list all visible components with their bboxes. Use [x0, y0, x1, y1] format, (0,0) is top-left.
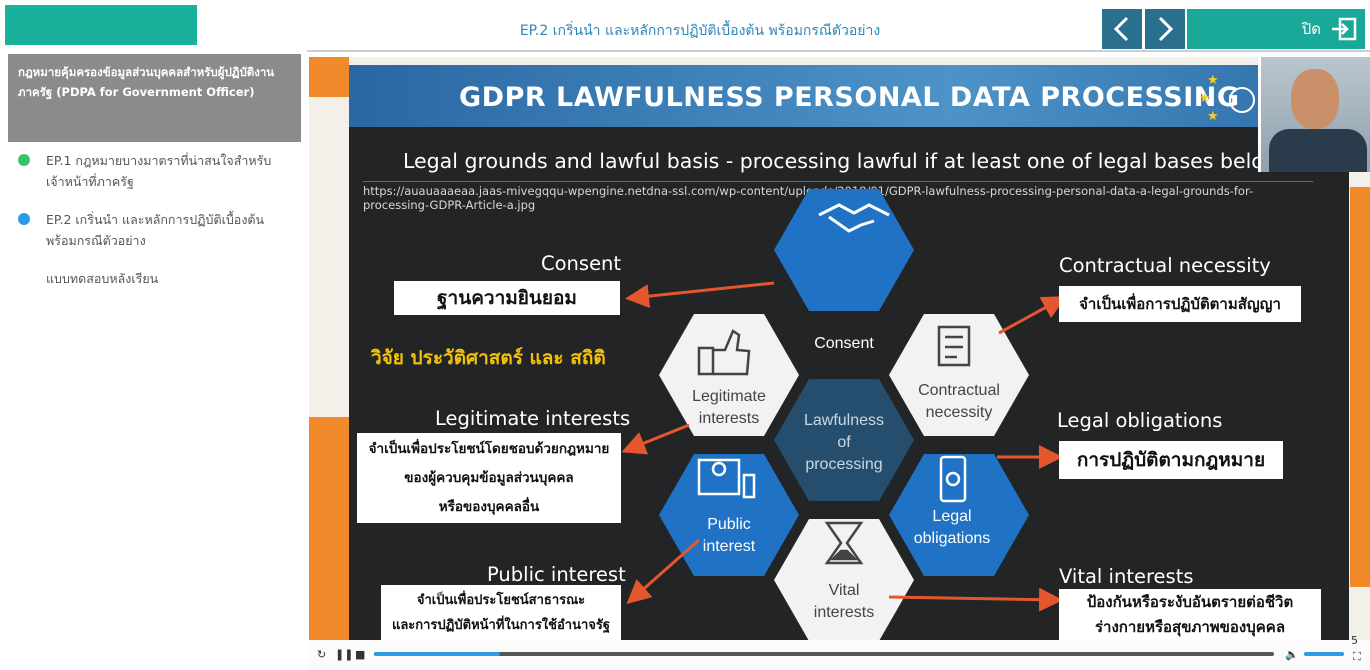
fullscreen-icon[interactable]: ⛶: [1353, 650, 1361, 664]
header-divider: [307, 50, 1370, 52]
hex-vital: [774, 519, 914, 640]
box-legitimate-line: จำเป็นเพื่อประโยชน์โดยชอบด้วยกฎหมาย: [368, 440, 610, 457]
box-legitimate-line: ของผู้ควบคุมข้อมูลส่วนบุคคล: [404, 469, 574, 486]
hex-center-label-1: Lawfulness: [804, 412, 884, 429]
presenter-body: [1269, 129, 1367, 172]
chevron-right-icon: [1158, 16, 1174, 42]
hex-legal-label-1: Legal: [932, 508, 971, 525]
progress-bar[interactable]: [374, 652, 1274, 656]
hex-contractual-label-1: Contractual: [918, 382, 1000, 399]
stop-icon[interactable]: ■: [355, 648, 365, 661]
box-consent: ฐานความยินยอม: [394, 281, 620, 315]
slide-number: 5: [1351, 634, 1358, 647]
hex-consent-label: Consent: [814, 335, 874, 352]
box-vital: ป้องกันหรือระงับอันตรายต่อชีวิต ร่างกายห…: [1059, 589, 1321, 640]
box-contractual: จำเป็นเพื่อการปฏิบัติตามสัญญา: [1059, 286, 1301, 322]
slide-frame: GDPR LAWFULNESS PERSONAL DATA PROCESSING…: [349, 65, 1349, 640]
lesson-item-ep2[interactable]: EP.2 เกริ่นนำ และหลักการปฏิบัติเบื้องต้น…: [18, 209, 288, 251]
hex-contractual-label-2: necessity: [926, 404, 993, 421]
label-vital: Vital interests: [1059, 565, 1194, 588]
box-public-line: จำเป็นเพื่อประโยชน์สาธารณะ: [416, 592, 586, 608]
replay-icon[interactable]: ↻: [317, 648, 326, 661]
arrow-vital: [888, 587, 1063, 612]
slide-decoration: [309, 417, 349, 647]
lesson-label: EP.2 เกริ่นนำ และหลักการปฏิบัติเบื้องต้น…: [46, 212, 265, 248]
research-note: วิจัย ประวัติศาสตร์ และ สถิติ: [371, 347, 606, 369]
lesson-label: EP.1 กฎหมายบางมาตราที่น่าสนใจสำหรับเจ้าห…: [46, 153, 272, 189]
hex-vital-label-1: Vital: [829, 582, 860, 599]
box-legitimate-line: หรือของบุคคลอื่น: [438, 498, 540, 515]
lesson-item-quiz[interactable]: แบบทดสอบหลังเรียน: [18, 268, 288, 289]
box-public: จำเป็นเพื่อประโยชน์สาธารณะ และการปฏิบัติ…: [381, 585, 621, 640]
label-contractual: Contractual necessity: [1059, 254, 1271, 277]
hex-legal-label-2: obligations: [914, 530, 991, 547]
logo: [5, 5, 197, 45]
arrow-consent: [625, 281, 775, 309]
video-player[interactable]: GDPR LAWFULNESS PERSONAL DATA PROCESSING…: [309, 57, 1370, 670]
exit-icon: [1332, 17, 1357, 41]
box-vital-line: ร่างกายหรือสุขภาพของบุคคล: [1094, 617, 1286, 636]
box-public-line: และการปฏิบัติหน้าที่ในการใช้อำนาจรัฐ: [391, 617, 611, 633]
pause-icon[interactable]: ❚❚: [335, 648, 353, 661]
label-legal: Legal obligations: [1057, 409, 1223, 432]
lesson-item-ep1[interactable]: EP.1 กฎหมายบางมาตราที่น่าสนใจสำหรับเจ้าห…: [18, 150, 288, 192]
box-legitimate: จำเป็นเพื่อประโยชน์โดยชอบด้วยกฎหมาย ของผ…: [357, 433, 621, 523]
hex-center-label-3: processing: [805, 456, 882, 473]
hex-public-label-1: Public: [707, 516, 751, 533]
close-button[interactable]: ปิด: [1187, 9, 1365, 49]
presenter-webcam: [1258, 57, 1370, 172]
next-button[interactable]: [1145, 9, 1185, 49]
current-status-dot: [18, 213, 30, 225]
slide-decoration: [1350, 187, 1370, 587]
volume-slider[interactable]: [1304, 652, 1344, 656]
volume-icon[interactable]: 🔈: [1285, 648, 1299, 661]
label-public: Public interest: [487, 563, 626, 586]
app-root: EP.2 เกริ่นนำ และหลักการปฏิบัติเบื้องต้น…: [0, 0, 1370, 670]
progress-fill: [374, 652, 500, 656]
course-title: กฎหมายคุ้มครองข้อมูลส่วนบุคคลสำหรับผู้ปฏ…: [8, 54, 301, 142]
hex-public-label-2: interest: [703, 538, 756, 555]
arrow-legitimate: [621, 423, 690, 455]
hex-legitimate-label-1: Legitimate: [692, 388, 766, 405]
previous-button[interactable]: [1102, 9, 1142, 49]
slide-decoration: [309, 57, 349, 97]
presenter-face: [1291, 69, 1339, 129]
hex-vital-label-2: interests: [814, 604, 874, 621]
episode-title: EP.2 เกริ่นนำ และหลักการปฏิบัติเบื้องต้น…: [519, 23, 881, 39]
label-legitimate: Legitimate interests: [435, 407, 631, 430]
box-legal: การปฏิบัติตามกฎหมาย: [1059, 441, 1283, 479]
hex-center-label-2: of: [837, 434, 851, 451]
arrow-contractual: [998, 296, 1067, 335]
chevron-left-icon: [1113, 16, 1129, 42]
box-vital-line: ป้องกันหรือระงับอันตรายต่อชีวิต: [1086, 592, 1294, 611]
hex-legitimate-label-2: interests: [699, 410, 759, 427]
completed-status-dot: [18, 154, 30, 166]
arrow-public: [626, 538, 700, 604]
lesson-label: แบบทดสอบหลังเรียน: [46, 271, 159, 286]
close-label: ปิด: [1301, 20, 1321, 38]
label-consent: Consent: [541, 252, 622, 275]
player-controls: ↻ ❚❚ ■ 🔈 5 ⛶: [309, 634, 1370, 670]
